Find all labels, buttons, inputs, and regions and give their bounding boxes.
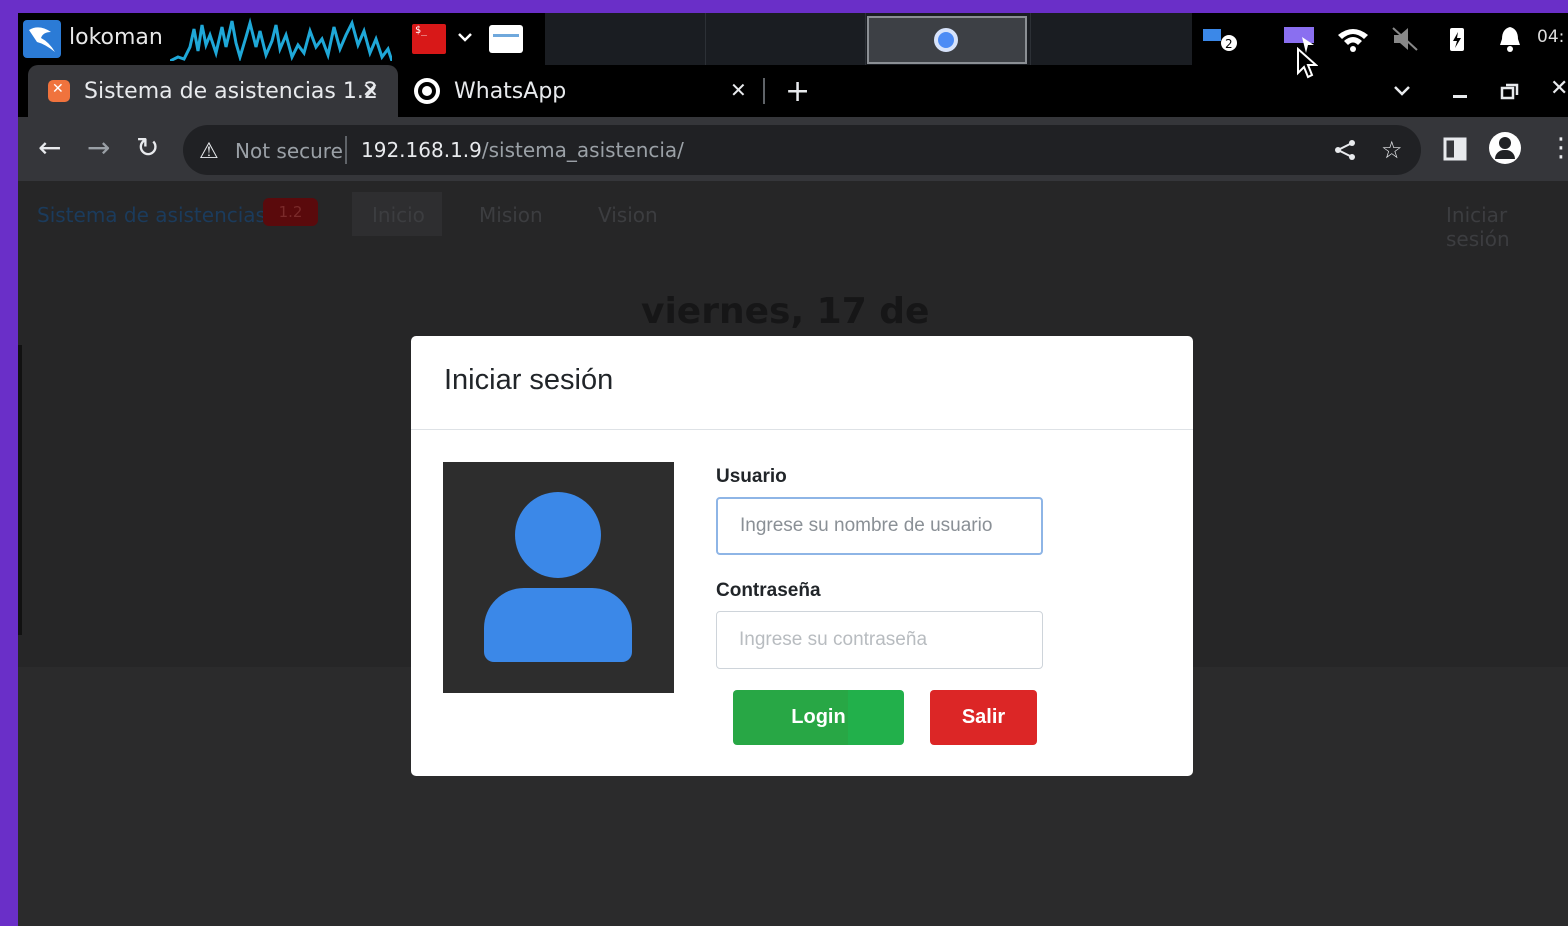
tab-title: WhatsApp xyxy=(454,78,567,104)
share-icon[interactable] xyxy=(1333,138,1357,162)
modal-title: Iniciar sesión xyxy=(444,364,614,396)
nav-link-vision: Vision xyxy=(598,203,658,227)
site-navbar: Sistema de asistencias 1.2 Inicio Mision… xyxy=(18,181,1568,267)
file-manager-icon[interactable] xyxy=(489,25,523,53)
workspace-divider xyxy=(865,13,866,65)
username-input[interactable] xyxy=(716,497,1043,555)
volume-muted-icon[interactable] xyxy=(1390,25,1420,53)
session-user-label: lokoman xyxy=(69,25,163,50)
security-label[interactable]: Not secure xyxy=(235,139,343,163)
kali-menu-icon[interactable] xyxy=(23,20,61,58)
workspace-active[interactable] xyxy=(867,16,1027,64)
side-panel-icon[interactable] xyxy=(1443,137,1467,161)
forward-icon[interactable]: → xyxy=(87,131,110,165)
whatsapp-favicon-icon xyxy=(414,78,440,104)
browser-toolbar: ← → ↻ ⚠ Not secure 192.168.1.9/sistema_a… xyxy=(18,117,1568,181)
tab-search-chevron-icon[interactable] xyxy=(1392,83,1412,99)
user-avatar-icon xyxy=(443,462,674,693)
version-badge: 1.2 xyxy=(263,198,318,226)
login-modal: Iniciar sesión Usuario Contraseña Login … xyxy=(411,336,1193,776)
desktop-edge-strip xyxy=(18,345,22,635)
nav-link-iniciar-sesion: Iniciar sesión xyxy=(1446,203,1510,251)
wifi-icon[interactable] xyxy=(1336,25,1370,53)
workspace-switcher[interactable] xyxy=(545,13,1192,65)
xampp-favicon-icon xyxy=(48,80,70,102)
close-tab-icon[interactable]: ✕ xyxy=(730,78,747,102)
terminal-icon[interactable]: $_ xyxy=(412,24,446,54)
battery-icon[interactable] xyxy=(1446,25,1468,53)
username-label: Usuario xyxy=(716,466,787,487)
nav-link-mision: Mision xyxy=(479,203,543,227)
chrome-window-icon xyxy=(934,28,958,52)
nav-link-inicio: Inicio xyxy=(372,203,425,227)
bookmark-star-icon[interactable]: ☆ xyxy=(1381,136,1403,164)
address-bar[interactable]: ⚠ Not secure 192.168.1.9/sistema_asisten… xyxy=(183,125,1421,175)
terminal-glyph: $_ xyxy=(415,25,428,36)
notification-count: 2 xyxy=(1225,37,1233,51)
avatar-head xyxy=(515,492,601,578)
modal-header: Iniciar sesión xyxy=(411,336,1193,430)
minimize-icon[interactable] xyxy=(1450,83,1470,99)
tab-divider xyxy=(763,78,765,104)
tab-whatsapp[interactable]: WhatsApp ✕ xyxy=(408,65,773,117)
clock-label[interactable]: 04: xyxy=(1537,27,1564,47)
url-text[interactable]: 192.168.1.9/sistema_asistencia/ xyxy=(361,138,684,162)
date-heading: viernes, 17 de xyxy=(641,291,930,332)
back-icon[interactable]: ← xyxy=(38,131,61,165)
new-tab-icon[interactable]: + xyxy=(785,74,810,109)
url-divider xyxy=(345,136,347,164)
restore-icon[interactable] xyxy=(1500,82,1520,100)
cpu-monitor-graph xyxy=(170,17,392,61)
password-input[interactable] xyxy=(716,611,1043,669)
tab-strip: Sistema de asistencias 1.2 ✕ WhatsApp ✕ … xyxy=(18,65,1568,117)
url-path: /sistema_asistencia/ xyxy=(481,138,684,162)
url-host: 192.168.1.9 xyxy=(361,138,482,162)
avatar-body xyxy=(484,588,632,662)
desktop-taskbar: lokoman $_ 2 04: xyxy=(18,13,1568,65)
password-label: Contraseña xyxy=(716,580,821,601)
warning-icon[interactable]: ⚠ xyxy=(199,139,219,164)
site-brand: Sistema de asistencias xyxy=(37,203,266,227)
mouse-cursor-icon xyxy=(1297,47,1318,79)
vm-share-icon[interactable]: 2 xyxy=(1201,25,1241,53)
tab-sistema-asistencias[interactable]: Sistema de asistencias 1.2 ✕ xyxy=(28,65,398,117)
profile-avatar-icon[interactable] xyxy=(1489,132,1521,164)
workspace-divider xyxy=(705,13,706,65)
workspace-divider xyxy=(1030,13,1031,65)
exit-button[interactable]: Salir xyxy=(930,690,1037,745)
bell-icon[interactable] xyxy=(1498,25,1522,53)
chevron-down-icon[interactable] xyxy=(456,27,474,47)
close-window-icon[interactable]: ✕ xyxy=(1550,76,1568,101)
tab-title: Sistema de asistencias 1.2 xyxy=(84,78,378,104)
reload-icon[interactable]: ↻ xyxy=(136,131,159,165)
login-button[interactable]: Login xyxy=(733,690,904,745)
close-tab-icon[interactable]: ✕ xyxy=(362,78,379,102)
more-menu-icon[interactable]: ⋮ xyxy=(1548,131,1568,165)
